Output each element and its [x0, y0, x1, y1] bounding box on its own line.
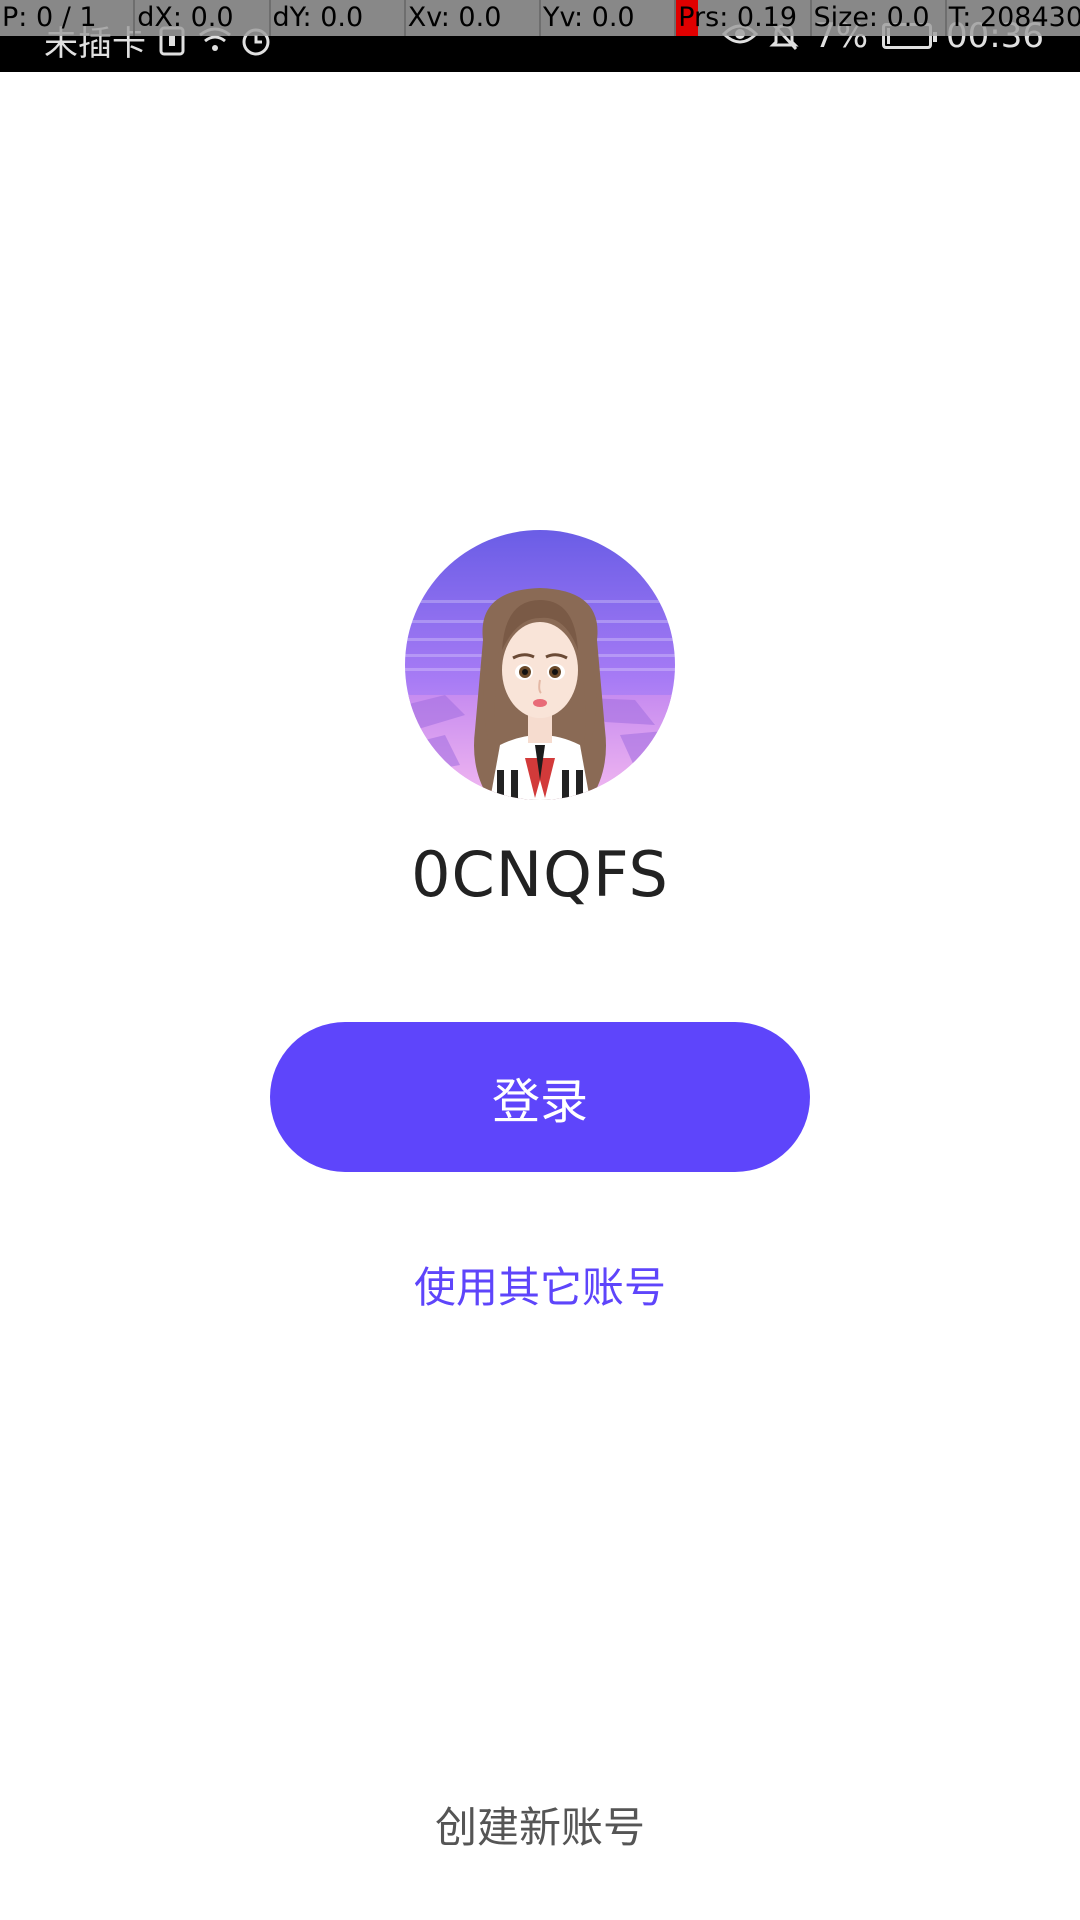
pointer-time: T: 208430 [948, 2, 1080, 33]
pointer-count: P: 0 / 1 [0, 0, 136, 36]
username: 0CNQFS [411, 838, 669, 911]
pointer-yv: Yv: 0.0 [541, 0, 677, 36]
pointer-pressure: Prs: 0.19 [676, 0, 812, 36]
login-button[interactable]: 登录 [270, 1022, 810, 1172]
pointer-location-overlay: P: 0 / 1 dX: 0.0 dY: 0.0 Xv: 0.0 Yv: 0.0… [0, 0, 1080, 36]
pointer-dy: dY: 0.0 [271, 0, 406, 36]
pointer-xv: Xv: 0.0 [406, 0, 541, 36]
pointer-size: Size: 0.0 [812, 0, 947, 36]
pointer-dx: dX: 0.0 [135, 0, 271, 36]
login-screen: 未插卡 7% 00:36 P: 0 / 1 dX: 0.0 dY: 0.0 Xv… [0, 0, 1080, 1920]
avatar-image [405, 530, 675, 800]
avatar [405, 530, 675, 800]
use-other-account-link[interactable]: 使用其它账号 [0, 1254, 1080, 1315]
create-new-account-link[interactable]: 创建新账号 [0, 1794, 1080, 1855]
